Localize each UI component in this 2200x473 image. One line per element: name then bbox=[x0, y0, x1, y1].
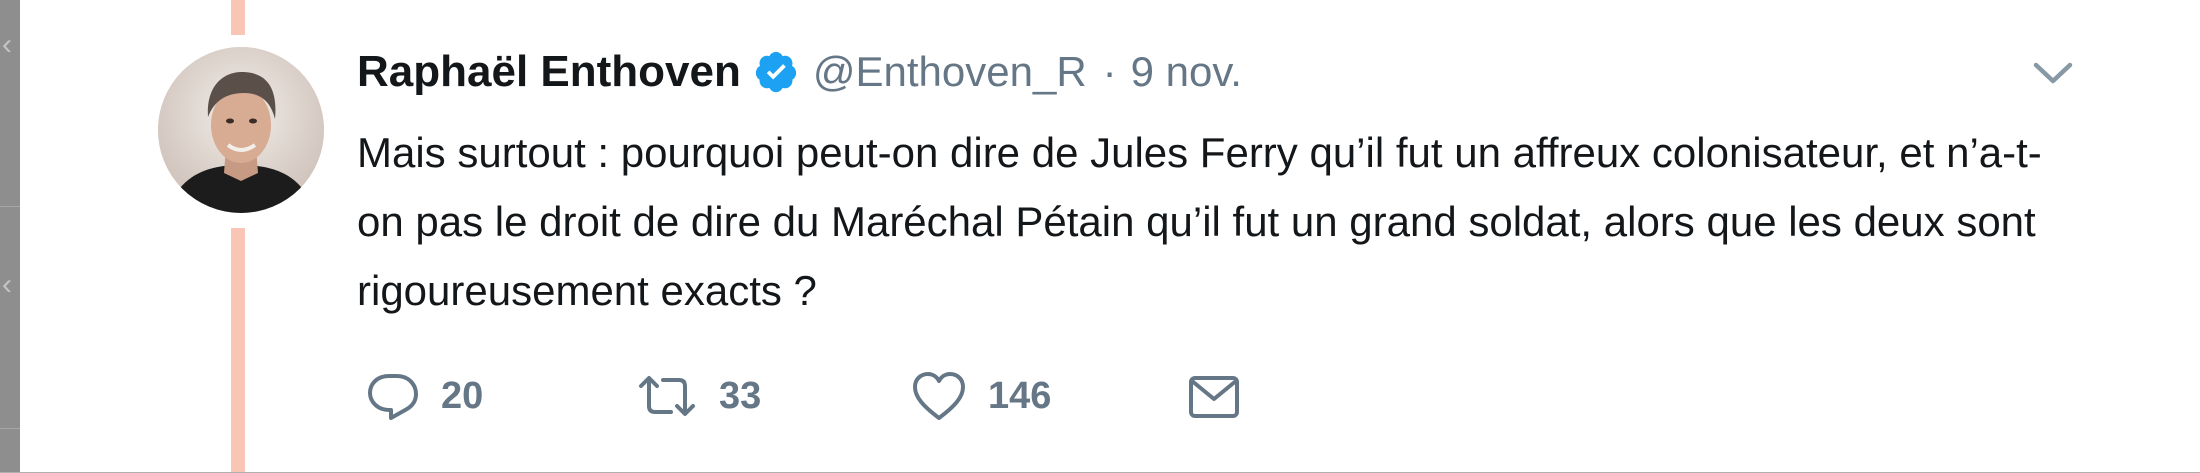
thread-connector-bottom bbox=[231, 228, 245, 473]
tweet-page: ‹ ‹ Raphaël Enthoven @Enthoven_R · 9 nov… bbox=[0, 0, 2200, 473]
header-separator: · bbox=[1102, 48, 1117, 95]
tweet-timestamp[interactable]: 9 nov. bbox=[1131, 48, 1242, 96]
author-display-name[interactable]: Raphaël Enthoven bbox=[357, 47, 741, 97]
verified-badge-icon bbox=[753, 49, 799, 95]
direct-message-button[interactable] bbox=[1185, 368, 1243, 424]
chevron-left-icon: ‹ bbox=[2, 28, 12, 61]
gutter-divider bbox=[0, 428, 20, 429]
tweet-header: Raphaël Enthoven @Enthoven_R · 9 nov. bbox=[357, 44, 1242, 100]
chevron-left-icon: ‹ bbox=[2, 268, 12, 301]
retweet-count: 33 bbox=[719, 374, 762, 417]
like-count: 146 bbox=[988, 374, 1052, 417]
chevron-down-icon[interactable] bbox=[2030, 58, 2076, 88]
author-handle[interactable]: @Enthoven_R bbox=[813, 48, 1087, 96]
like-button[interactable]: 146 bbox=[910, 368, 1185, 424]
reply-button[interactable]: 20 bbox=[365, 368, 635, 424]
left-gutter: ‹ ‹ bbox=[0, 0, 20, 473]
thread-connector-top bbox=[231, 0, 245, 35]
tweet-text: Mais surtout : pourquoi peut-on dire de … bbox=[357, 129, 2042, 314]
retweet-button[interactable]: 33 bbox=[635, 368, 910, 424]
retweet-icon bbox=[635, 368, 699, 424]
avatar[interactable] bbox=[158, 47, 324, 213]
envelope-icon bbox=[1185, 368, 1243, 424]
reply-bubble-icon bbox=[365, 368, 421, 424]
heart-icon bbox=[910, 368, 968, 424]
reply-count: 20 bbox=[441, 374, 484, 417]
tweet-action-bar: 20 33 146 bbox=[365, 364, 1243, 428]
gutter-divider bbox=[0, 206, 20, 207]
